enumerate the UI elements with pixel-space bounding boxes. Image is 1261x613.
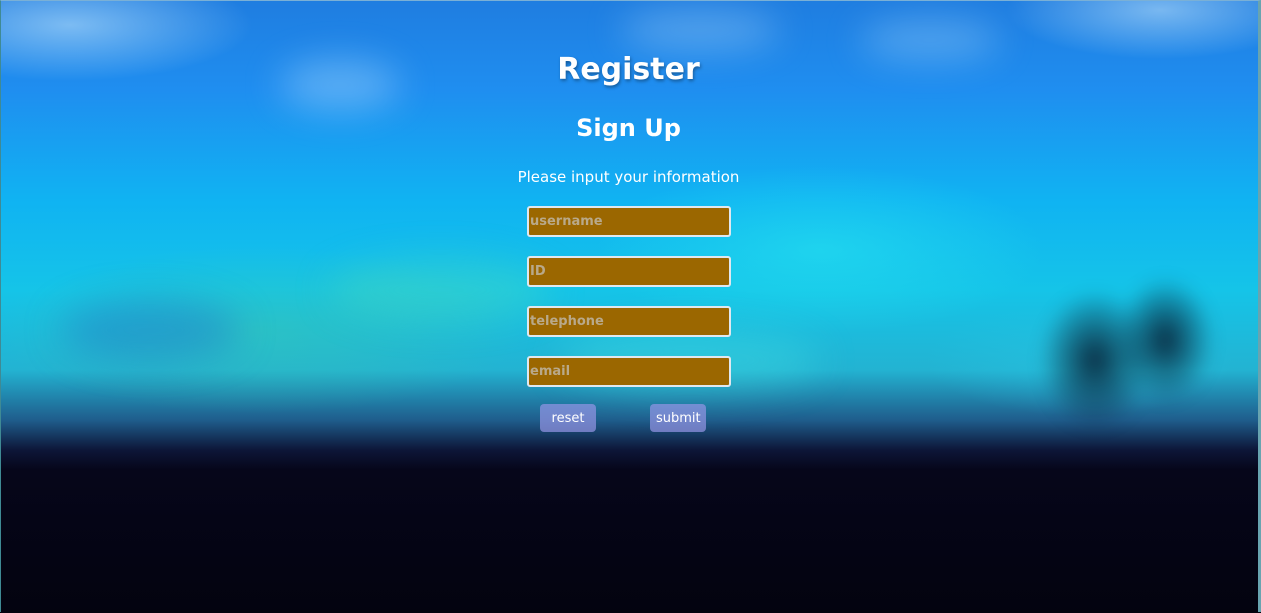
telephone-input[interactable] [527, 306, 731, 337]
submit-button[interactable]: submit [650, 404, 706, 432]
id-input[interactable] [527, 256, 731, 287]
username-input[interactable] [527, 206, 731, 237]
page-title: Register [557, 52, 700, 87]
reset-button[interactable]: reset [540, 404, 596, 432]
form-instructions: Please input your information [517, 168, 740, 186]
email-input[interactable] [527, 356, 731, 387]
form-subtitle: Sign Up [576, 114, 681, 142]
